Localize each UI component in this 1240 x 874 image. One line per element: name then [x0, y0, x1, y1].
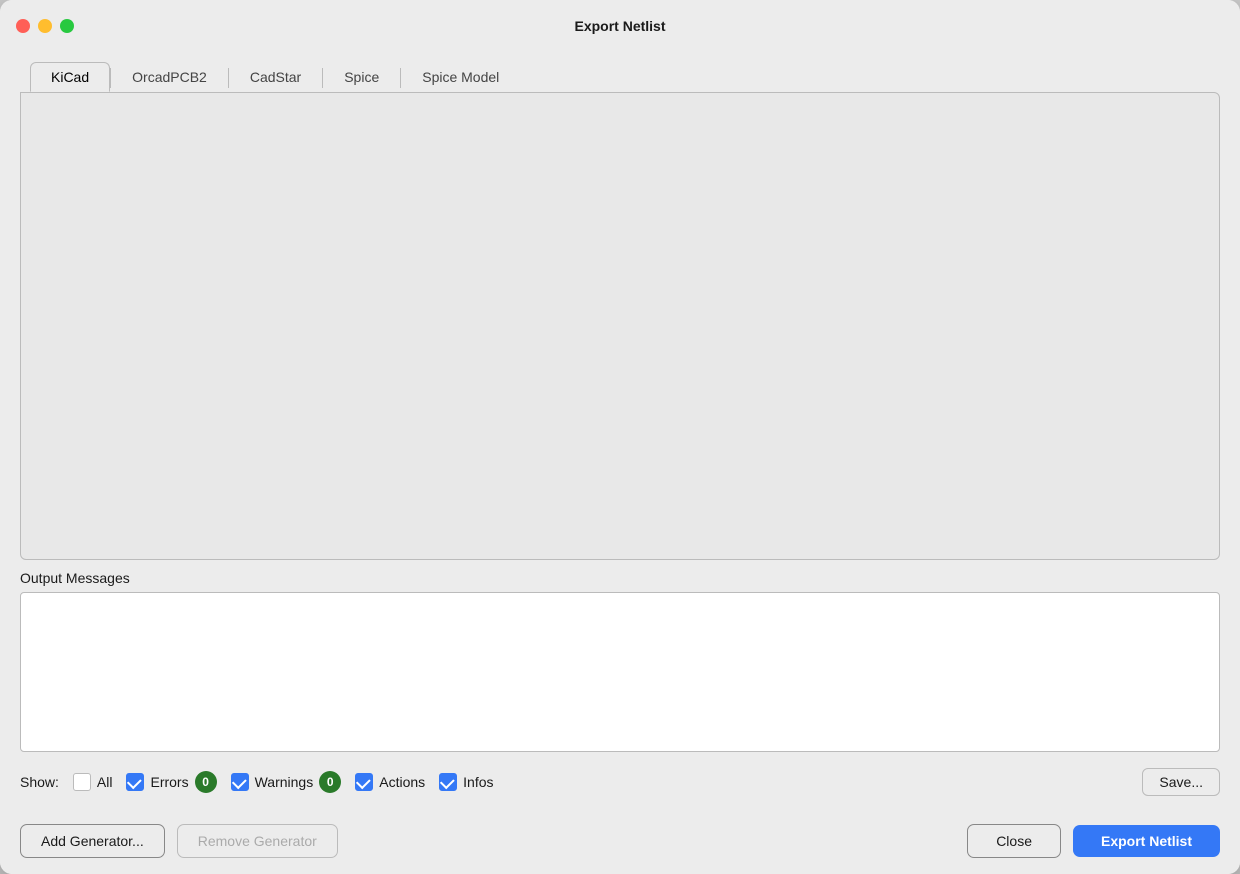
- errors-badge: 0: [195, 771, 217, 793]
- output-section: Output Messages Show: All Errors 0: [20, 570, 1220, 802]
- warnings-badge: 0: [319, 771, 341, 793]
- window-title: Export Netlist: [574, 18, 665, 34]
- main-content: KiCad OrcadPCB2 CadStar Spice Spice Mode…: [0, 52, 1240, 812]
- infos-checkbox-group: Infos: [439, 773, 493, 791]
- tab-spice-model[interactable]: Spice Model: [401, 62, 520, 92]
- close-button[interactable]: [16, 19, 30, 33]
- add-generator-button[interactable]: Add Generator...: [20, 824, 165, 858]
- errors-checkbox-group: Errors 0: [126, 771, 216, 793]
- close-dialog-button[interactable]: Close: [967, 824, 1061, 858]
- show-label: Show:: [20, 774, 59, 790]
- window-controls: [16, 19, 74, 33]
- warnings-label[interactable]: Warnings: [255, 774, 314, 790]
- tab-spice[interactable]: Spice: [323, 62, 400, 92]
- output-messages-label: Output Messages: [20, 570, 1220, 586]
- tab-orcadpcb2[interactable]: OrcadPCB2: [111, 62, 228, 92]
- remove-generator-button: Remove Generator: [177, 824, 338, 858]
- tab-kicad[interactable]: KiCad: [30, 62, 110, 92]
- minimize-button[interactable]: [38, 19, 52, 33]
- actions-label[interactable]: Actions: [379, 774, 425, 790]
- all-checkbox[interactable]: [73, 773, 91, 791]
- show-row: Show: All Errors 0 Warnings 0: [20, 758, 1220, 802]
- actions-checkbox[interactable]: [355, 773, 373, 791]
- warnings-checkbox[interactable]: [231, 773, 249, 791]
- main-window: Export Netlist KiCad OrcadPCB2 CadStar S…: [0, 0, 1240, 874]
- actions-checkbox-group: Actions: [355, 773, 425, 791]
- warnings-checkbox-group: Warnings 0: [231, 771, 342, 793]
- bottom-bar: Add Generator... Remove Generator Close …: [0, 812, 1240, 874]
- all-checkbox-group: All: [73, 773, 113, 791]
- title-bar: Export Netlist: [0, 0, 1240, 52]
- maximize-button[interactable]: [60, 19, 74, 33]
- output-messages-textarea[interactable]: [20, 592, 1220, 752]
- export-netlist-button[interactable]: Export Netlist: [1073, 825, 1220, 857]
- tab-content-panel: [20, 92, 1220, 560]
- tab-cadstar[interactable]: CadStar: [229, 62, 322, 92]
- all-label[interactable]: All: [97, 774, 113, 790]
- tab-bar: KiCad OrcadPCB2 CadStar Spice Spice Mode…: [20, 62, 1220, 92]
- errors-checkbox[interactable]: [126, 773, 144, 791]
- save-button[interactable]: Save...: [1142, 768, 1220, 796]
- infos-label[interactable]: Infos: [463, 774, 493, 790]
- errors-label[interactable]: Errors: [150, 774, 188, 790]
- infos-checkbox[interactable]: [439, 773, 457, 791]
